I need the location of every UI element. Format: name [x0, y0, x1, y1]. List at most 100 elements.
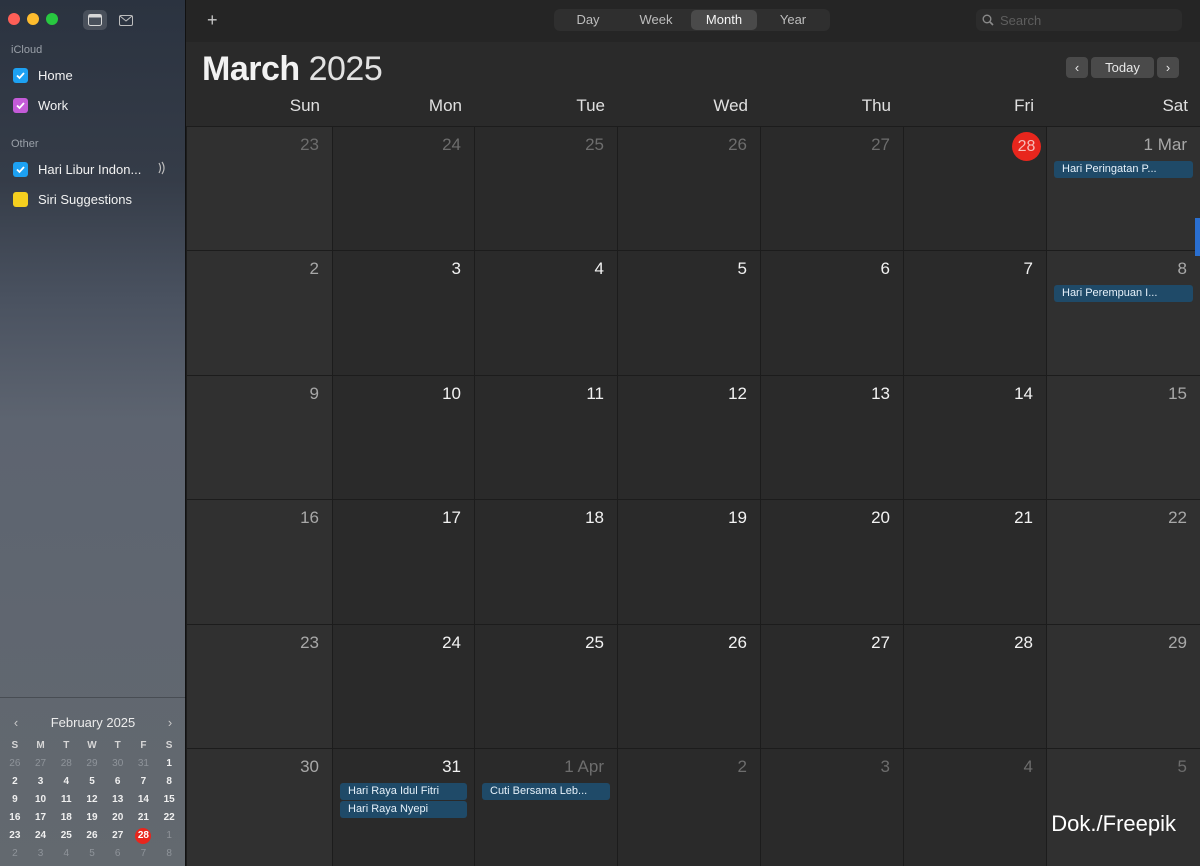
mini-day[interactable]: 13 — [105, 792, 131, 808]
day-cell[interactable]: 9 — [186, 375, 332, 499]
search-box[interactable] — [976, 9, 1182, 31]
mini-day[interactable]: 28 — [131, 828, 157, 844]
mini-day[interactable]: 4 — [53, 846, 79, 862]
calendar-item-siri[interactable]: Siri Suggestions — [13, 192, 132, 207]
mini-day[interactable]: 8 — [156, 846, 182, 862]
day-cell[interactable]: 25 — [474, 126, 617, 250]
zoom-window-button[interactable] — [46, 13, 58, 25]
mini-prev-month-icon[interactable]: ‹ — [10, 715, 22, 730]
calendar-event[interactable]: Hari Raya Nyepi — [340, 801, 467, 818]
day-cell[interactable]: 24 — [332, 624, 474, 748]
mini-day[interactable]: 8 — [156, 774, 182, 790]
mini-day[interactable]: 28 — [53, 756, 79, 772]
day-cell[interactable]: 18 — [474, 499, 617, 624]
day-cell[interactable]: 5 — [1046, 748, 1200, 866]
day-cell[interactable]: 10 — [332, 375, 474, 499]
day-cell[interactable]: 12 — [617, 375, 760, 499]
checkbox-hari-libur[interactable] — [13, 162, 28, 177]
day-cell[interactable]: 23 — [186, 126, 332, 250]
day-cell[interactable]: 3 — [332, 250, 474, 375]
day-cell[interactable]: 26 — [617, 126, 760, 250]
mini-day[interactable]: 24 — [28, 828, 54, 844]
mini-day[interactable]: 30 — [105, 756, 131, 772]
day-cell[interactable]: 30 — [186, 748, 332, 866]
view-day-button[interactable]: Day — [555, 10, 621, 30]
day-cell[interactable]: 16 — [186, 499, 332, 624]
mini-day[interactable]: 27 — [105, 828, 131, 844]
day-cell[interactable]: 7 — [903, 250, 1046, 375]
calendar-item-hari-libur[interactable]: Hari Libur Indon... — [13, 162, 141, 177]
day-cell[interactable]: 2 — [186, 250, 332, 375]
day-cell[interactable]: 8 Hari Perempuan I... — [1046, 250, 1200, 375]
mini-day[interactable]: 7 — [131, 774, 157, 790]
close-window-button[interactable] — [8, 13, 20, 25]
day-cell[interactable]: 17 — [332, 499, 474, 624]
mini-day[interactable]: 15 — [156, 792, 182, 808]
mini-day[interactable]: 18 — [53, 810, 79, 826]
day-cell[interactable]: 28 — [903, 624, 1046, 748]
mini-day[interactable]: 10 — [28, 792, 54, 808]
mini-day[interactable]: 4 — [53, 774, 79, 790]
day-cell[interactable]: 23 — [186, 624, 332, 748]
mini-day[interactable]: 27 — [28, 756, 54, 772]
minimize-window-button[interactable] — [27, 13, 39, 25]
mini-day[interactable]: 3 — [28, 774, 54, 790]
mini-day[interactable]: 17 — [28, 810, 54, 826]
mini-day[interactable]: 22 — [156, 810, 182, 826]
mini-day[interactable]: 7 — [131, 846, 157, 862]
next-month-button[interactable]: › — [1157, 57, 1179, 78]
checkbox-work[interactable] — [13, 98, 28, 113]
day-cell[interactable]: 20 — [760, 499, 903, 624]
day-cell[interactable]: 26 — [617, 624, 760, 748]
day-cell[interactable]: 27 — [760, 126, 903, 250]
calendar-item-work[interactable]: Work — [13, 98, 68, 113]
mini-day[interactable]: 29 — [79, 756, 105, 772]
mini-day[interactable]: 26 — [79, 828, 105, 844]
mini-day[interactable]: 20 — [105, 810, 131, 826]
mini-day[interactable]: 23 — [2, 828, 28, 844]
mini-day[interactable]: 26 — [2, 756, 28, 772]
inbox-icon[interactable] — [114, 10, 138, 30]
mini-day[interactable]: 1 — [156, 756, 182, 772]
day-cell[interactable]: 5 — [617, 250, 760, 375]
day-cell[interactable]: 3 — [760, 748, 903, 866]
search-input[interactable] — [1000, 12, 1170, 28]
day-cell[interactable]: 4 — [903, 748, 1046, 866]
view-week-button[interactable]: Week — [621, 10, 691, 30]
mini-day[interactable]: 1 — [156, 828, 182, 844]
add-event-button[interactable]: + — [207, 10, 218, 31]
day-cell[interactable]: 13 — [760, 375, 903, 499]
day-cell[interactable]: 25 — [474, 624, 617, 748]
mini-day[interactable]: 25 — [53, 828, 79, 844]
day-cell[interactable]: 11 — [474, 375, 617, 499]
calendar-event[interactable]: Cuti Bersama Leb... — [482, 783, 610, 800]
day-cell[interactable]: 24 — [332, 126, 474, 250]
mini-day[interactable]: 6 — [105, 846, 131, 862]
view-year-button[interactable]: Year — [757, 10, 829, 30]
day-cell[interactable]: 31 Hari Raya Idul Fitri Hari Raya Nyepi — [332, 748, 474, 866]
day-cell[interactable]: 21 — [903, 499, 1046, 624]
day-cell[interactable]: 2 — [617, 748, 760, 866]
mini-day[interactable]: 31 — [131, 756, 157, 772]
checkbox-home[interactable] — [13, 68, 28, 83]
mini-day[interactable]: 5 — [79, 846, 105, 862]
day-cell[interactable]: 28 — [903, 126, 1046, 250]
mini-day[interactable]: 6 — [105, 774, 131, 790]
day-cell[interactable]: 14 — [903, 375, 1046, 499]
mini-day[interactable]: 5 — [79, 774, 105, 790]
mini-day[interactable]: 12 — [79, 792, 105, 808]
checkbox-siri[interactable] — [13, 192, 28, 207]
mini-day[interactable]: 11 — [53, 792, 79, 808]
mini-day[interactable]: 21 — [131, 810, 157, 826]
calendar-event[interactable]: Hari Perempuan I... — [1054, 285, 1193, 302]
mini-day[interactable]: 16 — [2, 810, 28, 826]
mini-day[interactable]: 9 — [2, 792, 28, 808]
mini-day[interactable]: 14 — [131, 792, 157, 808]
prev-month-button[interactable]: ‹ — [1066, 57, 1088, 78]
calendar-list-toggle-icon[interactable] — [83, 10, 107, 30]
mini-day[interactable]: 2 — [2, 846, 28, 862]
day-cell[interactable]: 27 — [760, 624, 903, 748]
day-cell[interactable]: 1 Apr Cuti Bersama Leb... — [474, 748, 617, 866]
mini-day[interactable]: 19 — [79, 810, 105, 826]
today-button[interactable]: Today — [1091, 57, 1154, 78]
